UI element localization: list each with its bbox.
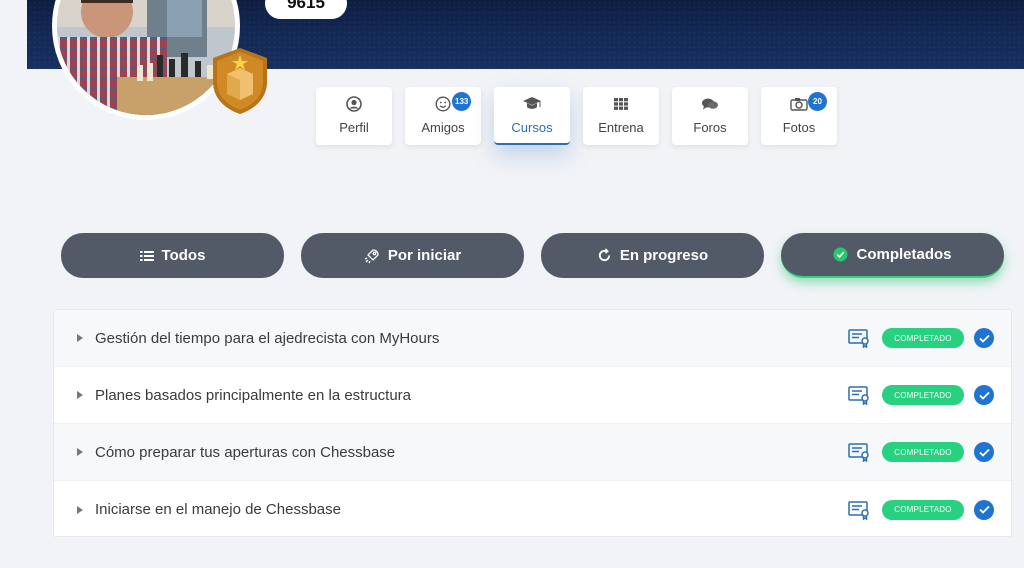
camera-icon	[790, 95, 808, 113]
filter-completados-button[interactable]: Completados	[781, 233, 1004, 278]
list-icon	[139, 250, 154, 262]
tab-cursos[interactable]: Cursos	[494, 87, 570, 145]
tab-label: Amigos	[421, 120, 465, 135]
expand-triangle-icon[interactable]	[77, 448, 83, 456]
chat-bubbles-icon	[701, 95, 719, 113]
course-title: Planes basados principalmente en la estr…	[95, 386, 412, 404]
tab-fotos[interactable]: 20 Fotos	[761, 87, 837, 145]
tab-label: Foros	[693, 120, 727, 135]
course-title: Iniciarse en el manejo de Chessbase	[95, 501, 341, 518]
tab-label: Perfil	[339, 120, 369, 135]
certificate-icon[interactable]	[848, 385, 872, 405]
profile-tabs: Perfil 133 Amigos Cursos Entrena Foros 2…	[316, 87, 837, 145]
certificate-icon[interactable]	[848, 442, 872, 462]
list-item[interactable]: Planes basados principalmente en la estr…	[54, 367, 1011, 424]
list-item[interactable]: Gestión del tiempo para el ajedrecista c…	[54, 310, 1011, 367]
certificate-icon[interactable]	[848, 328, 872, 348]
tab-label: Cursos	[511, 120, 553, 135]
expand-triangle-icon[interactable]	[77, 334, 83, 342]
tab-perfil[interactable]: Perfil	[316, 87, 392, 145]
check-icon	[974, 385, 994, 405]
expand-triangle-icon[interactable]	[77, 505, 83, 514]
status-badge: COMPLETADO	[882, 442, 964, 462]
list-item[interactable]: Cómo preparar tus aperturas con Chessbas…	[54, 424, 1011, 481]
score-badge: 9615	[265, 0, 347, 19]
filter-label: Completados	[856, 246, 952, 263]
filter-label: Todos	[161, 247, 206, 264]
list-item[interactable]: Iniciarse en el manejo de Chessbase COMP…	[54, 481, 1011, 536]
rocket-icon	[364, 248, 380, 264]
status-badge: COMPLETADO	[882, 499, 964, 520]
check-icon	[974, 328, 994, 348]
filter-label: Por iniciar	[387, 247, 462, 264]
refresh-icon	[597, 248, 612, 263]
tab-foros[interactable]: Foros	[672, 87, 748, 145]
filter-en-progreso-button[interactable]: En progreso	[541, 233, 764, 278]
check-icon	[974, 442, 994, 462]
status-badge: COMPLETADO	[882, 385, 964, 405]
filter-por-iniciar-button[interactable]: Por iniciar	[301, 233, 524, 278]
grid-icon	[613, 95, 629, 113]
smile-icon	[435, 95, 451, 113]
filter-todos-button[interactable]: Todos	[61, 233, 284, 278]
tab-label: Entrena	[598, 120, 644, 135]
friends-count-badge: 133	[452, 92, 472, 111]
filter-label: En progreso	[619, 247, 709, 264]
check-circle-icon	[833, 247, 849, 262]
tab-amigos[interactable]: 133 Amigos	[405, 87, 481, 145]
tab-label: Fotos	[782, 120, 816, 135]
tab-entrena[interactable]: Entrena	[583, 87, 659, 145]
course-title: Gestión del tiempo para el ajedrecista c…	[95, 329, 440, 347]
course-list: Gestión del tiempo para el ajedrecista c…	[53, 309, 1012, 537]
course-filters: Todos Por iniciar En progreso Completado…	[61, 233, 1004, 278]
expand-triangle-icon[interactable]	[77, 391, 83, 399]
rank-shield-icon	[213, 48, 267, 114]
photos-count-badge: 20	[808, 92, 827, 111]
check-icon	[974, 499, 994, 520]
user-icon	[346, 95, 362, 113]
course-title: Cómo preparar tus aperturas con Chessbas…	[95, 443, 396, 461]
status-badge: COMPLETADO	[882, 328, 964, 348]
certificate-icon[interactable]	[848, 500, 872, 520]
graduation-cap-icon	[522, 95, 542, 113]
